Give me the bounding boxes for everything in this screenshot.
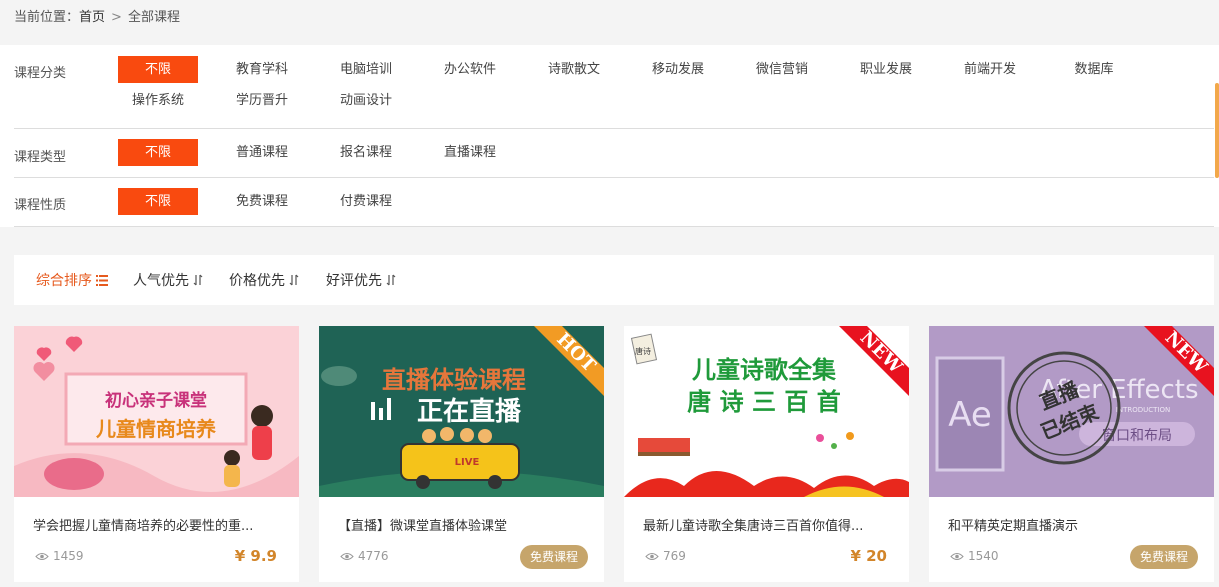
sort-arrows-icon [290, 274, 299, 286]
breadcrumb-separator: > [111, 10, 122, 25]
breadcrumb-current: 全部课程 [127, 10, 180, 25]
view-count-value: 1540 [968, 549, 999, 563]
thumb-scroll-label: 唐诗 [635, 346, 651, 356]
new-ribbon: NEW [1144, 326, 1214, 396]
filter-category-option[interactable]: 前端开发 [950, 56, 1030, 83]
thumb-sub: INTRODUCTION [1116, 406, 1170, 414]
view-count: 769 [645, 549, 686, 563]
filter-nature-option[interactable]: 免费课程 [222, 188, 302, 215]
eye-icon [340, 552, 354, 560]
filter-category-option[interactable]: 学历晋升 [222, 87, 302, 114]
filter-label-nature: 课程性质 [14, 198, 67, 213]
view-count: 4776 [340, 549, 389, 563]
filter-row-type: 课程类型 不限 普通课程 报名课程 直播课程 [14, 129, 1214, 178]
course-thumbnail[interactable]: 唐诗 儿童诗歌全集 唐 诗 三 百 首 NEW [624, 326, 909, 497]
eye-icon [950, 552, 964, 560]
breadcrumb-home-link[interactable]: 首页 [79, 10, 105, 25]
course-title[interactable]: 最新儿童诗歌全集唐诗三百首你值得... [643, 515, 893, 534]
filter-nature-option[interactable]: 付费课程 [326, 188, 406, 215]
list-icon [96, 275, 109, 286]
filter-type-option[interactable]: 普通课程 [222, 139, 302, 166]
thumb-line2: 正在直播 [417, 397, 522, 427]
view-count-value: 4776 [358, 549, 389, 563]
view-count: 1459 [35, 549, 84, 563]
course-card[interactable]: Ae After Effects INTRODUCTION 窗口和布局 直播 已… [929, 326, 1214, 582]
sort-popularity-label: 人气优先 [133, 273, 189, 289]
thumb-ae: Ae [948, 395, 992, 435]
filter-type-option[interactable]: 报名课程 [326, 139, 406, 166]
sort-price-label: 价格优先 [229, 273, 285, 289]
filter-category-option[interactable]: 诗歌散文 [534, 56, 614, 83]
filter-type-all[interactable]: 不限 [118, 139, 198, 166]
free-course-badge: 免费课程 [1129, 545, 1198, 569]
course-price: ¥ 20 [850, 547, 887, 565]
thumb-line1: 儿童诗歌全集 [692, 356, 837, 384]
sort-rating[interactable]: 好评优先 [326, 270, 396, 290]
eye-icon [35, 552, 49, 560]
hot-ribbon: HOT [534, 326, 604, 396]
filter-category-option[interactable]: 动画设计 [326, 87, 406, 114]
course-thumbnail[interactable]: Ae After Effects INTRODUCTION 窗口和布局 直播 已… [929, 326, 1214, 497]
thumb-line1: 直播体验课程 [382, 366, 526, 394]
sort-price[interactable]: 价格优先 [229, 270, 299, 290]
course-title[interactable]: 【直播】微课堂直播体验课堂 [338, 515, 588, 534]
eye-icon [645, 552, 659, 560]
filter-category-option[interactable]: 职业发展 [846, 56, 926, 83]
breadcrumb: 当前位置：首页 > 全部课程 [14, 6, 180, 25]
course-thumbnail[interactable]: 直播体验课程 正在直播 LIVE HOT [319, 326, 604, 497]
thumb-line2: 儿童情商培养 [95, 417, 216, 441]
course-price: ¥ 9.9 [234, 547, 277, 565]
course-thumbnail[interactable]: 初心亲子课堂 儿童情商培养 [14, 326, 299, 497]
course-card[interactable]: 初心亲子课堂 儿童情商培养 学会把握儿童情商培养的必要性的重... 1459 ¥… [14, 326, 299, 582]
thumb-line2: 唐 诗 三 百 首 [687, 388, 840, 416]
filter-category-option[interactable]: 教育学科 [222, 56, 302, 83]
filter-type-option[interactable]: 直播课程 [430, 139, 510, 166]
filter-label-type: 课程类型 [14, 150, 67, 165]
sort-rating-label: 好评优先 [326, 273, 382, 289]
filter-row-category: 课程分类 不限 教育学科 电脑培训 办公软件 诗歌散文 移动发展 微信营销 职业… [14, 45, 1214, 129]
course-card[interactable]: 直播体验课程 正在直播 LIVE HOT 【直播】微课堂直播体验课堂 4776 … [319, 326, 604, 582]
thumb-line1: 初心亲子课堂 [105, 390, 207, 411]
course-thumbnail-art: 初心亲子课堂 儿童情商培养 [14, 326, 299, 497]
filter-row-nature: 课程性质 不限 免费课程 付费课程 [14, 178, 1214, 227]
filter-category-option[interactable]: 办公软件 [430, 56, 510, 83]
view-count-value: 1459 [53, 549, 84, 563]
sort-comprehensive-label: 综合排序 [36, 273, 92, 289]
thumb-bus-label: LIVE [455, 457, 480, 468]
sort-popularity[interactable]: 人气优先 [133, 270, 203, 290]
filter-category-all[interactable]: 不限 [118, 56, 198, 83]
view-count: 1540 [950, 549, 999, 563]
course-title[interactable]: 和平精英定期直播演示 [948, 515, 1198, 534]
sort-arrows-icon [194, 274, 203, 286]
sort-bar: 综合排序 人气优先 价格优先 好评优先 [14, 255, 1214, 305]
filter-label-category: 课程分类 [14, 66, 67, 81]
view-count-value: 769 [663, 549, 686, 563]
sort-comprehensive[interactable]: 综合排序 [36, 270, 109, 290]
filter-category-option[interactable]: 数据库 [1054, 56, 1134, 83]
sort-arrows-icon [387, 274, 396, 286]
filter-category-option[interactable]: 操作系统 [118, 87, 198, 114]
filter-category-option[interactable]: 电脑培训 [326, 56, 406, 83]
filter-nature-all[interactable]: 不限 [118, 188, 198, 215]
course-title[interactable]: 学会把握儿童情商培养的必要性的重... [33, 515, 283, 534]
filter-category-option[interactable]: 移动发展 [638, 56, 718, 83]
free-course-badge: 免费课程 [519, 545, 588, 569]
course-card[interactable]: 唐诗 儿童诗歌全集 唐 诗 三 百 首 NEW 最新儿童诗歌全集唐诗三百首你值得… [624, 326, 909, 582]
scrollbar-indicator[interactable] [1215, 83, 1219, 178]
breadcrumb-prefix: 当前位置： [14, 10, 80, 25]
filter-category-option[interactable]: 微信营销 [742, 56, 822, 83]
new-ribbon: NEW [839, 326, 909, 396]
filter-panel: 课程分类 不限 教育学科 电脑培训 办公软件 诗歌散文 移动发展 微信营销 职业… [0, 45, 1219, 227]
